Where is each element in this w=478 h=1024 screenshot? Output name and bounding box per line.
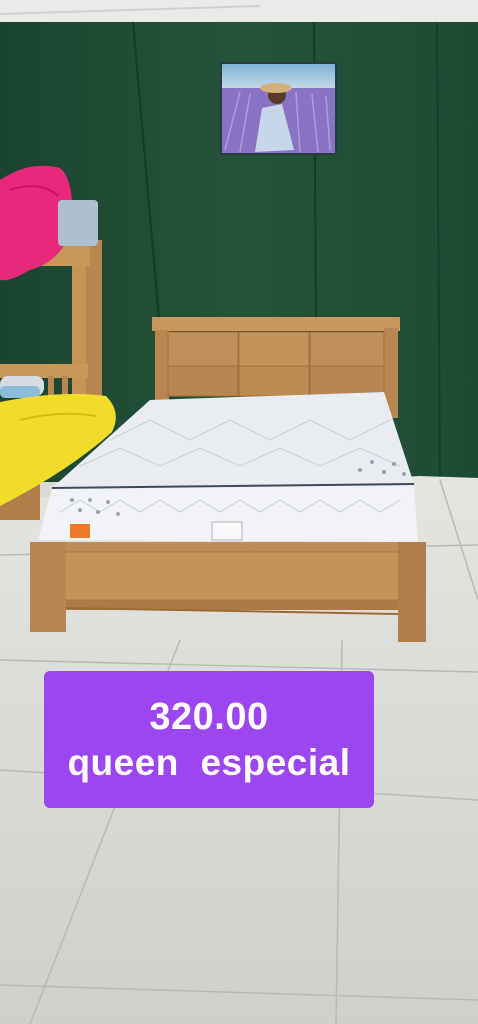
mattress-tag-orange [70,524,90,538]
price-label: 320.00 queen especial [44,671,374,808]
showroom-scene [0,0,478,1024]
product-name-text: queen especial [67,741,351,783]
product-photo: 320.00 queen especial [0,0,478,1024]
folded-package [58,200,98,246]
wall-painting [220,62,337,155]
mattress-label [211,521,243,541]
headboard-top [152,317,400,331]
bed-leg-left [30,542,66,632]
price-text: 320.00 [149,695,269,738]
bed-leg-right [398,542,426,642]
